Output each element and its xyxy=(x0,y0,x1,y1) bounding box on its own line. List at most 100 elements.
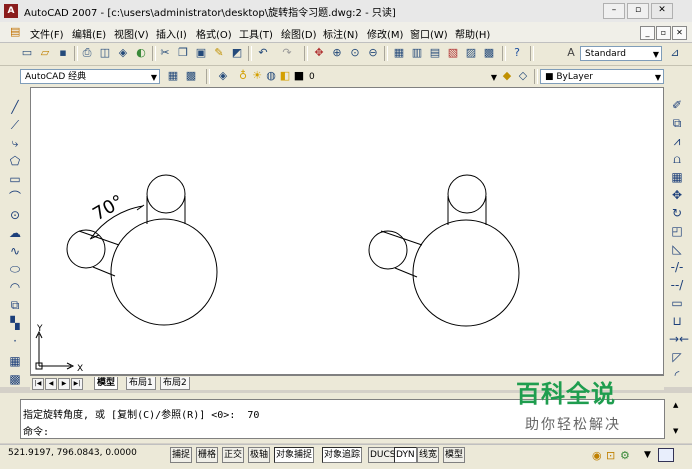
doc-restore-button[interactable]: ▫ xyxy=(656,26,671,40)
make-object-layer-current-icon[interactable]: ◆ xyxy=(500,69,514,83)
make-block-icon[interactable]: ▚ xyxy=(7,315,23,331)
layer-manager-icon[interactable]: ◈ xyxy=(216,69,230,83)
ortho-toggle[interactable]: 正交 xyxy=(222,447,245,463)
menu-insert[interactable]: 插入(I) xyxy=(156,26,187,41)
side-circle-right[interactable] xyxy=(368,230,408,270)
command-prompt[interactable]: 命令: xyxy=(23,423,49,438)
connector-line[interactable] xyxy=(380,230,423,246)
osnap-toggle[interactable]: 对象捕捉 xyxy=(274,447,315,463)
cut-icon[interactable]: ✂ xyxy=(158,46,172,60)
scale-icon[interactable]: ◰ xyxy=(669,223,685,239)
layer-plot-icon[interactable]: ◧ xyxy=(278,69,292,83)
communication-center-icon[interactable]: ◉ xyxy=(592,449,602,462)
workspace-save-icon[interactable]: ▩ xyxy=(184,69,198,83)
revision-cloud-icon[interactable]: ☁ xyxy=(7,225,23,241)
paste-icon[interactable]: ▣ xyxy=(194,46,208,60)
tab-layout2[interactable]: 布局2 xyxy=(160,377,190,390)
open-file-icon[interactable]: ▱ xyxy=(38,46,52,60)
break-at-point-icon[interactable]: ▭ xyxy=(669,295,685,311)
match-properties-icon[interactable]: ✎ xyxy=(212,46,226,60)
join-icon[interactable]: →← xyxy=(669,331,689,347)
chamfer-icon[interactable]: ◸ xyxy=(669,349,685,365)
insert-block-icon[interactable]: ⧉ xyxy=(7,297,23,313)
large-circle-right[interactable] xyxy=(412,219,520,327)
minimize-button[interactable]: – xyxy=(603,3,625,19)
zoom-realtime-icon[interactable]: ⊕ xyxy=(330,46,344,60)
markup-icon[interactable]: ▨ xyxy=(464,46,478,60)
menu-draw[interactable]: 绘图(D) xyxy=(281,26,317,41)
rotate-icon[interactable]: ↻ xyxy=(669,205,685,221)
pan-icon[interactable]: ✥ xyxy=(312,46,326,60)
publish-icon[interactable]: ◈ xyxy=(116,46,130,60)
trim-icon[interactable]: -/- xyxy=(669,259,685,275)
connector-line[interactable] xyxy=(92,266,116,277)
design-center-icon[interactable]: ▥ xyxy=(410,46,424,60)
lineweight-toggle[interactable]: 线宽 xyxy=(417,447,440,463)
tab-layout1[interactable]: 布局1 xyxy=(126,377,156,390)
zoom-window-icon[interactable]: ⊙ xyxy=(348,46,362,60)
tab-model[interactable]: 模型 xyxy=(94,377,119,390)
redo-icon[interactable]: ↷ xyxy=(280,46,294,60)
large-circle-left[interactable] xyxy=(110,218,218,326)
doc-minimize-button[interactable]: _ xyxy=(640,26,655,40)
layer-previous-icon[interactable]: ◇ xyxy=(516,69,530,83)
snap-toggle[interactable]: 捕捉 xyxy=(170,447,193,463)
extend-icon[interactable]: --/ xyxy=(669,277,685,293)
menu-window[interactable]: 窗口(W) xyxy=(410,26,448,41)
menu-modify[interactable]: 修改(M) xyxy=(367,26,403,41)
status-menu-chevron-icon[interactable]: ▼ xyxy=(644,450,651,460)
help-icon[interactable]: ? xyxy=(510,46,524,60)
stretch-icon[interactable]: ◺ xyxy=(669,241,685,257)
autocad-app-icon[interactable]: A xyxy=(4,4,18,18)
point-icon[interactable]: · xyxy=(7,333,23,349)
menu-dimension[interactable]: 标注(N) xyxy=(323,26,358,41)
construction-line-icon[interactable]: ⟋ xyxy=(7,117,23,133)
menu-edit[interactable]: 编辑(E) xyxy=(72,26,106,41)
line-icon[interactable]: ╱ xyxy=(7,99,23,115)
menu-format[interactable]: 格式(O) xyxy=(196,26,232,41)
next-tab-button[interactable]: ▶ xyxy=(58,378,70,390)
connector-line[interactable] xyxy=(394,267,418,278)
gradient-icon[interactable]: ▩ xyxy=(7,371,23,387)
new-file-icon[interactable]: ▭ xyxy=(20,46,34,60)
coordinate-readout[interactable]: 521.9197, 796.0843, 0.0000 xyxy=(8,448,137,458)
restore-button[interactable]: ▫ xyxy=(627,3,649,19)
arc-icon[interactable]: ⌒ xyxy=(7,189,23,205)
rotated-circle-left[interactable] xyxy=(66,229,106,269)
otrack-toggle[interactable]: 对象追踪 xyxy=(322,447,363,463)
workspace-settings-icon[interactable]: ▦ xyxy=(166,69,180,83)
hatch-icon[interactable]: ▦ xyxy=(7,353,23,369)
clean-screen-icon[interactable] xyxy=(658,448,674,462)
tool-palettes-icon[interactable]: ▤ xyxy=(428,46,442,60)
menu-help[interactable]: 帮助(H) xyxy=(455,26,490,41)
last-tab-button[interactable]: ▶| xyxy=(71,378,83,390)
previous-tab-button[interactable]: ◀ xyxy=(45,378,57,390)
menu-view[interactable]: 视图(V) xyxy=(114,26,149,41)
lock-icon[interactable]: ⊡ xyxy=(606,449,615,462)
ellipse-icon[interactable]: ⬭ xyxy=(7,261,23,277)
polyline-icon[interactable]: ⤷ xyxy=(7,135,23,151)
calculator-icon[interactable]: ▩ xyxy=(482,46,496,60)
rectangle-icon[interactable]: ▭ xyxy=(7,171,23,187)
text-style-icon[interactable]: A xyxy=(564,46,578,60)
model-toggle[interactable]: 模型 xyxy=(443,447,466,463)
dyn-toggle[interactable]: DYN xyxy=(394,447,417,463)
top-circle-left[interactable] xyxy=(146,174,186,214)
menu-file[interactable]: 文件(F) xyxy=(30,26,64,41)
workspace-select[interactable]: AutoCAD 经典 ▼ xyxy=(20,69,160,84)
properties-icon[interactable]: ▦ xyxy=(392,46,406,60)
polygon-icon[interactable]: ⬠ xyxy=(7,153,23,169)
top-circle-right[interactable] xyxy=(447,174,487,214)
tray-settings-icon[interactable]: ⚙ xyxy=(620,449,630,462)
break-icon[interactable]: ⊔ xyxy=(669,313,685,329)
offset-icon[interactable]: ⩍ xyxy=(669,151,685,167)
block-editor-icon[interactable]: ◩ xyxy=(230,46,244,60)
dwf-icon[interactable]: ◐ xyxy=(134,46,148,60)
layer-select[interactable]: 0 ▼ xyxy=(304,69,500,84)
text-style-select[interactable]: Standard ▼ xyxy=(580,46,662,61)
erase-icon[interactable]: ✐ xyxy=(669,97,685,113)
layer-on-lightbulb-icon[interactable]: ♁ xyxy=(236,69,250,83)
sheet-set-icon[interactable]: ▧ xyxy=(446,46,460,60)
mirror-icon[interactable]: ⩘ xyxy=(669,133,685,149)
menu-tools[interactable]: 工具(T) xyxy=(239,26,273,41)
